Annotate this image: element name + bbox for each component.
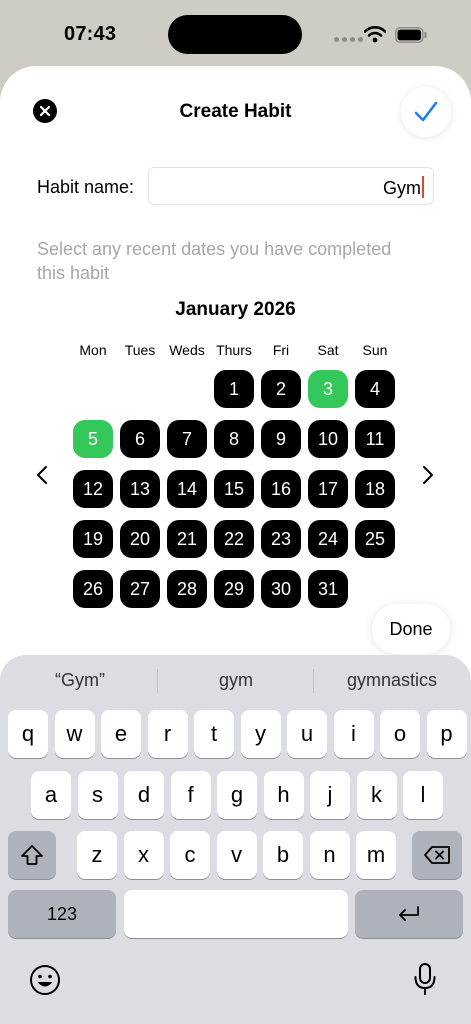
key-e[interactable]: e [101, 710, 141, 758]
calendar-day-12[interactable]: 12 [73, 470, 113, 508]
calendar-day-15[interactable]: 15 [214, 470, 254, 508]
calendar-day-7[interactable]: 7 [167, 420, 207, 458]
suggestion-bar: “Gym” gym gymnastics [0, 655, 471, 707]
key-z[interactable]: z [77, 831, 117, 879]
status-time: 07:43 [64, 23, 117, 45]
backspace-key[interactable] [412, 831, 462, 879]
calendar-day-22[interactable]: 22 [214, 520, 254, 558]
calendar-day-16[interactable]: 16 [261, 470, 301, 508]
calendar-day-29[interactable]: 29 [214, 570, 254, 608]
calendar-day-13[interactable]: 13 [120, 470, 160, 508]
space-key[interactable] [124, 890, 348, 938]
key-p[interactable]: p [426, 710, 467, 758]
confirm-button[interactable] [401, 87, 451, 137]
battery-icon [395, 27, 427, 43]
key-k[interactable]: k [356, 771, 397, 819]
key-c[interactable]: c [170, 831, 210, 879]
habit-name-label: Habit name: [37, 177, 135, 197]
calendar-day-8[interactable]: 8 [214, 420, 254, 458]
month-title: January 2026 [175, 299, 296, 320]
key-s[interactable]: s [77, 771, 118, 819]
habit-name-value: Gym [383, 178, 421, 198]
checkmark-icon [414, 101, 438, 122]
calendar-day-21[interactable]: 21 [167, 520, 207, 558]
suggestion-2[interactable]: gym [158, 670, 314, 691]
date-hint-text: Select any recent dates you have complet… [37, 239, 392, 283]
calendar-day-17[interactable]: 17 [308, 470, 348, 508]
calendar-day-5[interactable]: 5 [73, 420, 113, 458]
calendar-day-14[interactable]: 14 [167, 470, 207, 508]
calendar-day-31[interactable]: 31 [308, 570, 348, 608]
key-y[interactable]: y [240, 710, 281, 758]
key-o[interactable]: o [380, 710, 420, 758]
calendar-day-10[interactable]: 10 [308, 420, 348, 458]
next-month-button[interactable] [416, 463, 440, 487]
dictation-button[interactable] [412, 962, 438, 1003]
calendar-day-23[interactable]: 23 [261, 520, 301, 558]
keyboard-done-button[interactable]: Done [372, 604, 450, 654]
key-d[interactable]: d [124, 771, 164, 819]
cellular-signal-icon [334, 37, 363, 42]
calendar-day-11[interactable]: 11 [355, 420, 395, 458]
calendar-day-19[interactable]: 19 [73, 520, 113, 558]
emoji-icon [30, 965, 60, 995]
weekday-label-sun: Sun [362, 342, 388, 358]
text-caret [422, 176, 424, 198]
return-icon [399, 906, 419, 921]
key-a[interactable]: a [31, 771, 71, 819]
chevron-left-icon [37, 466, 47, 484]
key-v[interactable]: v [216, 831, 257, 879]
dynamic-island [168, 15, 302, 54]
key-l[interactable]: l [403, 771, 443, 819]
key-t[interactable]: t [194, 710, 234, 758]
key-u[interactable]: u [287, 710, 327, 758]
habit-name-input[interactable]: Gym [148, 167, 434, 205]
previous-month-button[interactable] [30, 463, 54, 487]
calendar-day-2[interactable]: 2 [261, 370, 301, 408]
calendar-day-20[interactable]: 20 [120, 520, 160, 558]
key-n[interactable]: n [309, 831, 350, 879]
key-q[interactable]: q [8, 710, 48, 758]
microphone-icon [414, 963, 436, 995]
calendar-day-4[interactable]: 4 [355, 370, 395, 408]
key-r[interactable]: r [147, 710, 188, 758]
key-f[interactable]: f [170, 771, 211, 819]
calendar-day-25[interactable]: 25 [355, 520, 395, 558]
shift-key[interactable] [8, 831, 56, 879]
calendar-day-27[interactable]: 27 [120, 570, 160, 608]
wifi-icon [364, 26, 386, 43]
key-m[interactable]: m [356, 831, 396, 879]
shift-icon [21, 845, 43, 865]
suggestion-3[interactable]: gymnastics [314, 670, 470, 691]
keyboard: “Gym” gym gymnastics qwertyuiop asdfghjkl… [0, 655, 471, 1024]
backspace-icon [424, 846, 450, 864]
chevron-right-icon [423, 466, 433, 484]
key-j[interactable]: j [310, 771, 350, 819]
key-x[interactable]: x [123, 831, 164, 879]
emoji-button[interactable] [28, 963, 62, 1002]
return-key[interactable] [355, 890, 463, 938]
calendar-day-3[interactable]: 3 [308, 370, 348, 408]
key-g[interactable]: g [217, 771, 257, 819]
numbers-key[interactable]: 123 [8, 890, 116, 938]
calendar-day-24[interactable]: 24 [308, 520, 348, 558]
key-w[interactable]: w [54, 710, 95, 758]
key-h[interactable]: h [263, 771, 304, 819]
key-i[interactable]: i [333, 710, 374, 758]
calendar-day-28[interactable]: 28 [167, 570, 207, 608]
calendar-day-9[interactable]: 9 [261, 420, 301, 458]
calendar-day-30[interactable]: 30 [261, 570, 301, 608]
calendar-day-26[interactable]: 26 [73, 570, 113, 608]
calendar-day-6[interactable]: 6 [120, 420, 160, 458]
key-b[interactable]: b [263, 831, 303, 879]
suggestion-1[interactable]: “Gym” [2, 670, 158, 691]
calendar-day-1[interactable]: 1 [214, 370, 254, 408]
calendar-day-18[interactable]: 18 [355, 470, 395, 508]
status-bar: 07:43 [0, 0, 471, 66]
